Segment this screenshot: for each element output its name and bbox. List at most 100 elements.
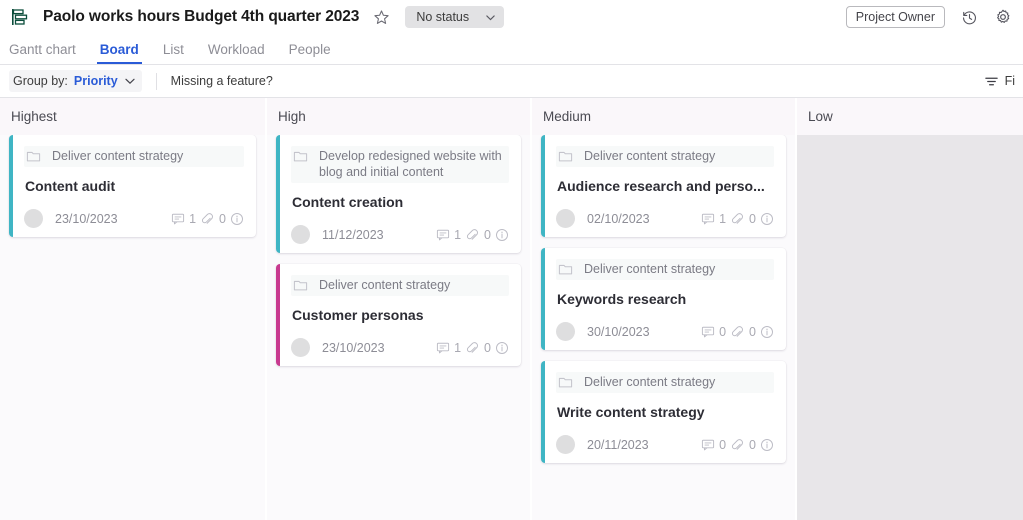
card-parent-row: Deliver content strategy [556, 372, 774, 393]
tab-workload[interactable]: Workload [196, 42, 277, 64]
task-card[interactable]: Develop redesigned website with blog and… [276, 135, 521, 253]
info-icon[interactable] [495, 341, 509, 355]
group-by-dropdown[interactable]: Group by: Priority [9, 70, 142, 92]
kanban-board: Highest Deliver content strategy Content… [0, 98, 1023, 520]
column-title: Medium [543, 109, 592, 124]
app-header: Paolo works hours Budget 4th quarter 202… [0, 0, 1023, 34]
board-column-medium: Medium Deliver content strategy Audience… [530, 98, 795, 520]
toolbar-divider [155, 72, 157, 90]
chevron-down-icon [485, 12, 496, 23]
column-title: Low [808, 109, 833, 124]
tab-gantt-chart[interactable]: Gantt chart [9, 42, 88, 64]
chevron-down-icon [124, 75, 136, 87]
info-icon[interactable] [495, 228, 509, 242]
card-meta: 1 0 [436, 341, 509, 355]
column-header: Low [797, 98, 1023, 135]
empty-drop-zone[interactable] [797, 135, 1023, 520]
comment-icon [171, 212, 185, 226]
avatar[interactable] [556, 209, 575, 228]
comment-count: 1 [454, 227, 462, 242]
info-icon[interactable] [760, 438, 774, 452]
card-title: Content creation [292, 194, 404, 210]
card-footer: 20/11/2023 0 0 [556, 435, 774, 454]
task-card[interactable]: Deliver content strategy Keywords resear… [541, 248, 786, 350]
avatar[interactable] [556, 435, 575, 454]
folder-icon [558, 262, 574, 276]
card-parent-label: Deliver content strategy [584, 262, 716, 276]
history-clock-icon[interactable] [959, 7, 979, 27]
task-card[interactable]: Deliver content strategy Content audit 2… [9, 135, 256, 237]
comment-count: 0 [719, 324, 727, 339]
comment-icon [701, 438, 715, 452]
folder-icon [558, 375, 574, 389]
status-dropdown[interactable]: No status [405, 6, 505, 28]
star-icon[interactable] [371, 7, 391, 27]
card-parent-label: Deliver content strategy [52, 149, 184, 163]
group-by-value: Priority [73, 74, 118, 88]
info-icon[interactable] [230, 212, 244, 226]
group-by-label: Group by: [13, 74, 68, 88]
info-icon[interactable] [760, 325, 774, 339]
info-icon[interactable] [760, 212, 774, 226]
comment-icon [701, 212, 715, 226]
column-header: High [267, 98, 530, 135]
comment-icon [436, 228, 450, 242]
card-due-date: 02/10/2023 [587, 211, 650, 226]
card-title: Write content strategy [557, 404, 705, 420]
tab-list[interactable]: List [151, 42, 196, 64]
filter-label: Fi [1004, 74, 1015, 88]
attachment-icon [465, 228, 480, 242]
card-footer: 11/12/2023 1 0 [291, 225, 509, 244]
attachment-count: 0 [749, 324, 756, 339]
card-title: Audience research and perso... [557, 178, 765, 194]
gear-icon[interactable] [993, 7, 1013, 27]
folder-icon [558, 149, 574, 163]
attachment-icon [200, 212, 215, 226]
filter-button[interactable]: Fi [984, 74, 1017, 89]
attachment-count: 0 [749, 211, 756, 226]
header-actions: Project Owner [845, 6, 1013, 28]
card-parent-row: Deliver content strategy [24, 146, 244, 167]
project-owner-button[interactable]: Project Owner [845, 6, 945, 28]
column-header: Medium [532, 98, 795, 135]
missing-feature-link[interactable]: Missing a feature? [171, 74, 273, 88]
card-meta: 1 0 [171, 212, 244, 226]
page-title: Paolo works hours Budget 4th quarter 202… [43, 8, 360, 25]
card-meta: 1 0 [436, 228, 509, 242]
column-cards [797, 135, 1023, 520]
board-column-high: High Develop redesigned website with blo… [265, 98, 530, 520]
card-parent-label: Develop redesigned website with blog and… [319, 149, 502, 179]
column-cards: Develop redesigned website with blog and… [267, 135, 530, 520]
card-parent-label: Deliver content strategy [584, 375, 716, 389]
attachment-icon [730, 325, 745, 339]
tab-board[interactable]: Board [88, 42, 151, 64]
avatar[interactable] [291, 225, 310, 244]
comment-icon [701, 325, 715, 339]
board-column-low: Low [795, 98, 1023, 520]
card-due-date: 23/10/2023 [322, 340, 385, 355]
card-parent-row: Deliver content strategy [556, 259, 774, 280]
comment-count: 1 [719, 211, 727, 226]
column-title: High [278, 109, 306, 124]
task-card[interactable]: Deliver content strategy Customer person… [276, 264, 521, 366]
card-title: Content audit [25, 178, 116, 194]
card-footer: 23/10/2023 1 0 [24, 209, 244, 228]
comment-count: 1 [454, 340, 462, 355]
column-header: Highest [0, 98, 265, 135]
attachment-count: 0 [749, 437, 756, 452]
card-due-date: 23/10/2023 [55, 211, 118, 226]
task-card[interactable]: Deliver content strategy Write content s… [541, 361, 786, 463]
card-meta: 1 0 [701, 212, 774, 226]
gantt-board-icon [9, 6, 31, 28]
comment-icon [436, 341, 450, 355]
status-value: No status [416, 10, 470, 24]
folder-icon [293, 149, 309, 163]
avatar[interactable] [291, 338, 310, 357]
card-footer: 02/10/2023 1 0 [556, 209, 774, 228]
tab-people[interactable]: People [277, 42, 343, 64]
task-card[interactable]: Deliver content strategy Audience resear… [541, 135, 786, 237]
avatar[interactable] [556, 322, 575, 341]
avatar[interactable] [24, 209, 43, 228]
board-column-highest: Highest Deliver content strategy Content… [0, 98, 265, 520]
comment-count: 0 [719, 437, 727, 452]
